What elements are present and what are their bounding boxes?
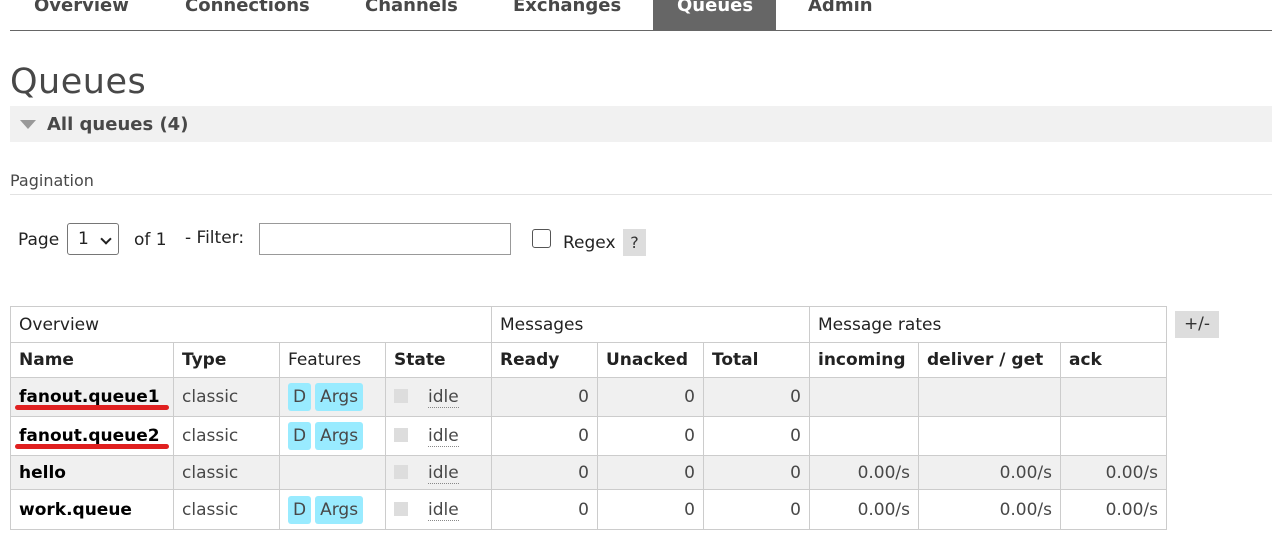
ready-count: 0 — [491, 455, 598, 490]
red-annotation-underline — [15, 444, 169, 449]
args-badge: Args — [315, 422, 364, 450]
all-queues-section-toggle[interactable]: All queues (4) — [10, 106, 1272, 142]
pagination-divider — [10, 194, 1272, 195]
col-header-unacked[interactable]: Unacked — [597, 342, 704, 378]
total-count: 0 — [703, 455, 810, 490]
collapse-triangle-icon — [20, 120, 36, 129]
queue-name-link[interactable]: fanout.queue1 — [10, 377, 174, 417]
deliver-get-rate: 0.00/s — [918, 455, 1061, 490]
column-toggle-button[interactable]: +/- — [1175, 311, 1219, 338]
ack-rate: 0.00/s — [1060, 455, 1167, 490]
args-badge: Args — [315, 383, 364, 411]
queue-state: idle — [385, 489, 492, 530]
deliver-get-rate: 0.00/s — [918, 489, 1061, 530]
page-label: Page — [18, 230, 60, 250]
queue-features — [279, 455, 386, 490]
queue-state: idle — [385, 416, 492, 456]
chevron-down-icon — [100, 233, 112, 245]
col-header-name[interactable]: Name — [10, 342, 174, 378]
state-indicator-icon — [394, 464, 408, 479]
table-row: work.queue classic D Args idle 0 0 0 0.00… — [10, 489, 1167, 530]
page-title: Queues — [10, 62, 147, 102]
queue-name-link[interactable]: work.queue — [10, 489, 174, 530]
queue-type: classic — [173, 416, 280, 456]
ack-rate — [1060, 416, 1167, 456]
deliver-get-rate — [918, 377, 1061, 417]
top-nav: Overview Connections Channels Exchanges … — [10, 0, 1272, 31]
regex-checkbox[interactable] — [532, 229, 551, 248]
section-title: All queues (4) — [47, 114, 189, 135]
col-header-type[interactable]: Type — [173, 342, 280, 378]
group-header-message-rates: Message rates — [809, 306, 1167, 343]
args-badge: Args — [315, 495, 364, 524]
queues-table: Overview Messages Message rates Name Typ… — [10, 306, 1167, 530]
unacked-count: 0 — [597, 377, 704, 417]
state-indicator-icon — [394, 501, 408, 516]
col-header-ack[interactable]: ack — [1060, 342, 1167, 378]
queue-features: D Args — [279, 377, 386, 417]
queue-features: D Args — [279, 416, 386, 456]
tab-admin[interactable]: Admin — [784, 0, 897, 30]
total-count: 0 — [703, 489, 810, 530]
page-select[interactable]: 1 — [67, 223, 119, 255]
col-header-total[interactable]: Total — [703, 342, 810, 378]
ready-count: 0 — [491, 489, 598, 530]
ack-rate — [1060, 377, 1167, 417]
queue-name-link[interactable]: hello — [10, 455, 174, 490]
col-header-deliver-get[interactable]: deliver / get — [918, 342, 1061, 378]
tab-overview[interactable]: Overview — [10, 0, 153, 30]
page-select-value: 1 — [78, 229, 89, 249]
group-header-overview: Overview — [10, 306, 492, 343]
durable-badge: D — [288, 383, 312, 411]
unacked-count: 0 — [597, 489, 704, 530]
table-row: hello classic idle 0 0 0 0.00/s 0.00/s 0… — [10, 455, 1167, 490]
tab-channels[interactable]: Channels — [341, 0, 482, 30]
col-header-features: Features — [279, 342, 386, 378]
incoming-rate — [809, 416, 919, 456]
state-indicator-icon — [394, 428, 408, 442]
tab-connections[interactable]: Connections — [161, 0, 334, 30]
ready-count: 0 — [491, 377, 598, 417]
red-annotation-underline — [15, 405, 169, 410]
unacked-count: 0 — [597, 416, 704, 456]
state-indicator-icon — [394, 389, 408, 403]
ready-count: 0 — [491, 416, 598, 456]
tab-queues[interactable]: Queues — [653, 0, 776, 30]
regex-label: Regex — [563, 233, 616, 253]
page-count-label: of 1 — [134, 230, 167, 250]
durable-badge: D — [288, 495, 312, 524]
group-header-messages: Messages — [491, 306, 810, 343]
tab-exchanges[interactable]: Exchanges — [489, 0, 645, 30]
queue-type: classic — [173, 377, 280, 417]
col-header-incoming[interactable]: incoming — [809, 342, 919, 378]
total-count: 0 — [703, 416, 810, 456]
durable-badge: D — [288, 422, 312, 450]
queue-name-link[interactable]: fanout.queue2 — [10, 416, 174, 456]
filter-input[interactable] — [259, 223, 511, 255]
pagination-label: Pagination — [10, 171, 94, 190]
incoming-rate: 0.00/s — [809, 455, 919, 490]
col-header-ready[interactable]: Ready — [491, 342, 598, 378]
regex-help-button[interactable]: ? — [623, 229, 646, 256]
queue-features: D Args — [279, 489, 386, 530]
filter-label: - Filter: — [185, 228, 245, 248]
queue-state: idle — [385, 377, 492, 417]
unacked-count: 0 — [597, 455, 704, 490]
col-header-state[interactable]: State — [385, 342, 492, 378]
table-row: fanout.queue2 classic D Args idle 0 0 0 — [10, 416, 1167, 456]
incoming-rate — [809, 377, 919, 417]
incoming-rate: 0.00/s — [809, 489, 919, 530]
deliver-get-rate — [918, 416, 1061, 456]
queue-type: classic — [173, 455, 280, 490]
queue-state: idle — [385, 455, 492, 490]
ack-rate: 0.00/s — [1060, 489, 1167, 530]
total-count: 0 — [703, 377, 810, 417]
table-row: fanout.queue1 classic D Args idle 0 0 0 — [10, 377, 1167, 417]
queue-type: classic — [173, 489, 280, 530]
